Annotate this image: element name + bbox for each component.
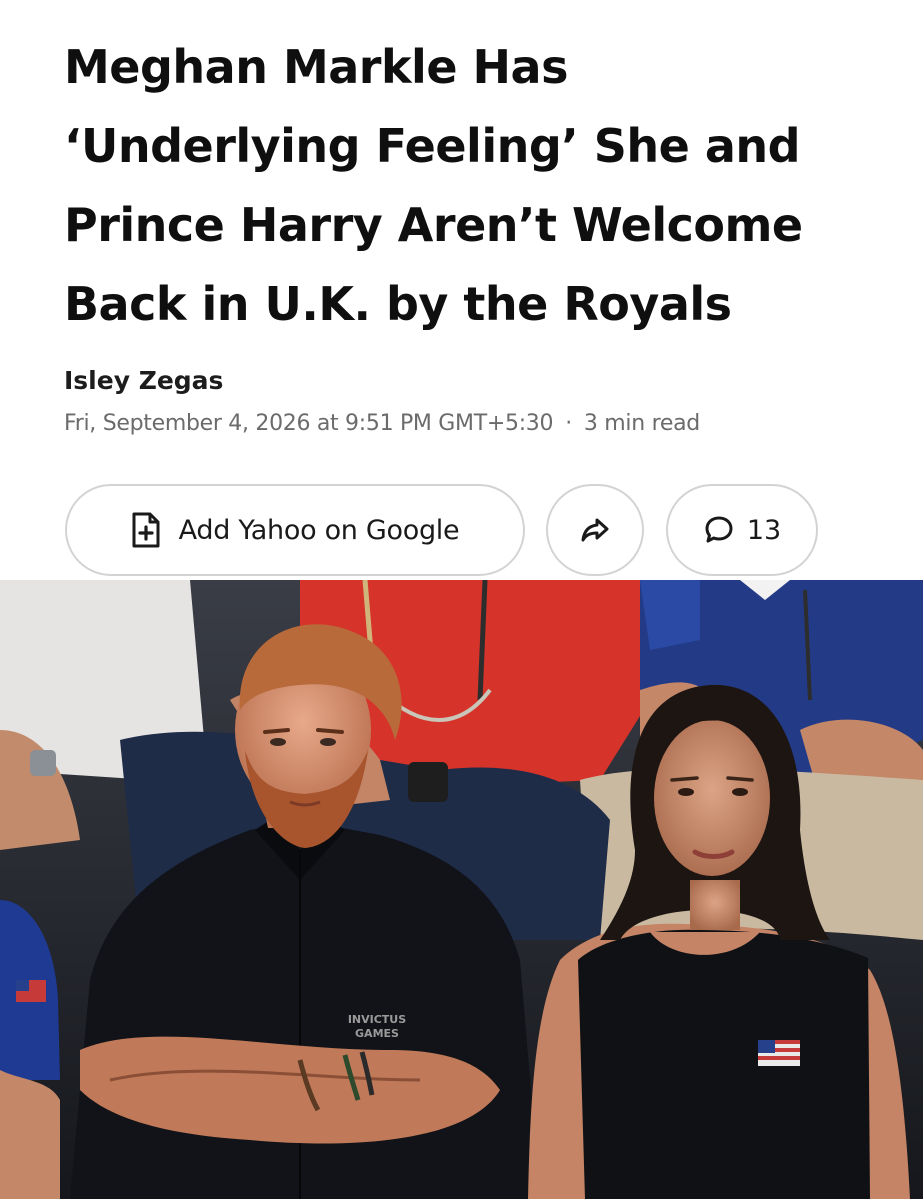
read-time: 3 min read (583, 411, 700, 436)
headline: Meghan Markle Has ‘Underlying Feeling’ S… (64, 28, 904, 344)
publish-timestamp: Fri, September 4, 2026 at 9:51 PM GMT+5:… (64, 411, 554, 436)
comment-count: 13 (746, 514, 782, 546)
author-name[interactable]: Isley Zegas (64, 366, 223, 395)
shirt-logo-line2: GAMES (355, 1027, 399, 1040)
add-yahoo-on-google-button[interactable]: Add Yahoo on Google (65, 484, 525, 576)
speech-bubble-icon (703, 514, 735, 546)
headline-line: ‘Underlying Feeling’ She and (64, 119, 801, 173)
add-yahoo-on-google-label: Add Yahoo on Google (178, 514, 460, 546)
headline-line: Back in U.K. by the Royals (64, 277, 732, 331)
meta-separator: · (565, 411, 572, 436)
comments-button[interactable]: 13 (666, 484, 818, 576)
article-hero-photo: INVICTUS GAMES (0, 580, 923, 1199)
headline-line: Prince Harry Aren’t Welcome (64, 198, 803, 252)
document-plus-icon (131, 512, 161, 548)
share-button[interactable] (546, 484, 644, 576)
article-meta: Fri, September 4, 2026 at 9:51 PM GMT+5:… (64, 411, 700, 436)
article: Meghan Markle Has ‘Underlying Feeling’ S… (0, 0, 923, 1199)
headline-line: Meghan Markle Has (64, 40, 568, 94)
shirt-logo-line1: INVICTUS (348, 1013, 406, 1026)
share-arrow-icon (580, 517, 610, 543)
